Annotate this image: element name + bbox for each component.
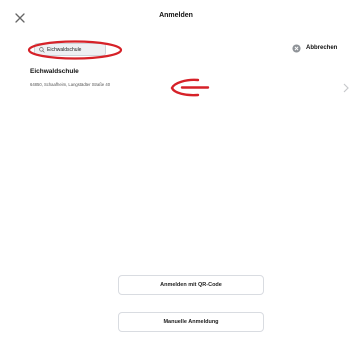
manual-login-button[interactable]: Manuelle Anmeldung bbox=[118, 312, 264, 332]
header-bar: Anmelden bbox=[0, 0, 352, 40]
result-name: Eichwaldschule bbox=[30, 68, 79, 75]
search-input[interactable] bbox=[47, 46, 105, 53]
search-icon bbox=[39, 46, 45, 53]
cancel-button[interactable]: Abbrechen bbox=[306, 45, 337, 51]
page-title: Anmelden bbox=[159, 12, 193, 19]
qr-login-button[interactable]: Anmelden mit QR-Code bbox=[118, 275, 264, 295]
search-field[interactable] bbox=[34, 43, 106, 56]
chevron-right-icon bbox=[343, 83, 349, 93]
result-address: 64850, Schaafheim, Langstädter Straße 40 bbox=[30, 82, 111, 87]
clear-icon[interactable] bbox=[292, 44, 301, 53]
search-result-item[interactable]: Eichwaldschule 64850, Schaafheim, Langst… bbox=[30, 64, 352, 94]
